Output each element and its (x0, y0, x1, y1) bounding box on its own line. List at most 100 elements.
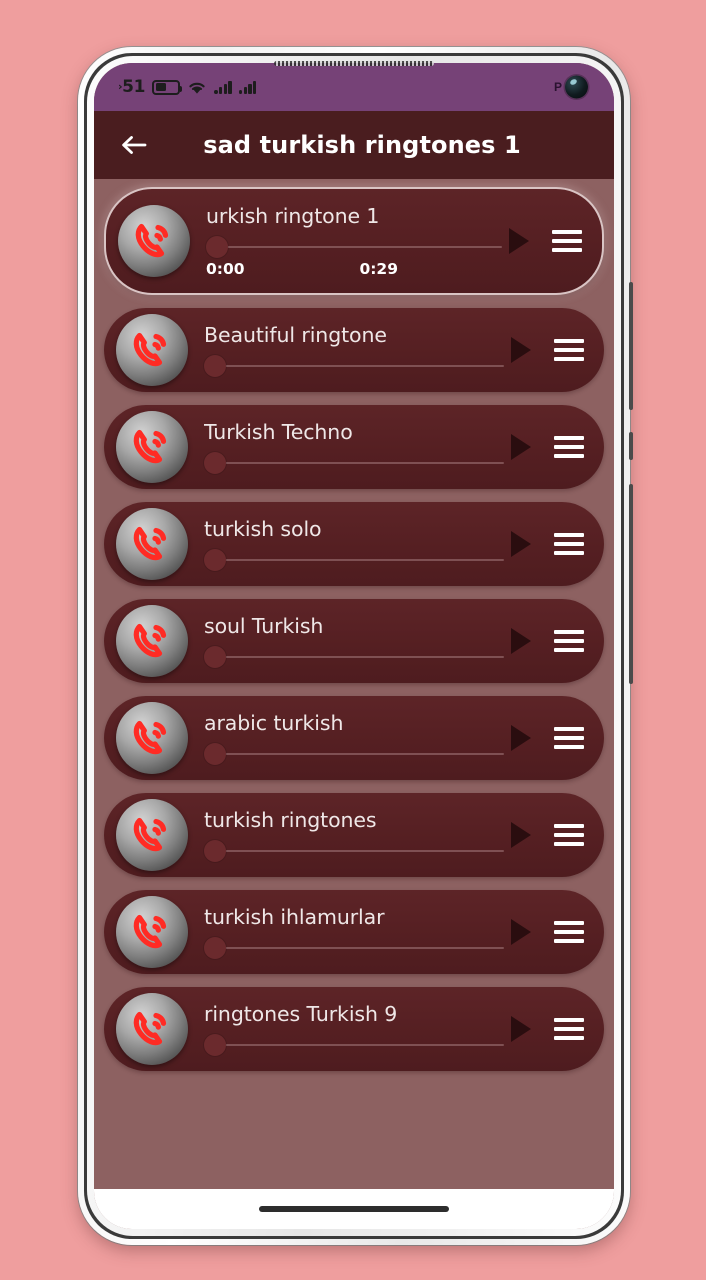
signal-bars-icon-2 (238, 80, 257, 94)
seekbar-thumb[interactable] (204, 646, 226, 668)
ringtone-seekbar[interactable] (204, 937, 508, 959)
seekbar-track (212, 246, 502, 248)
page-title: sad turkish ringtones 1 (203, 131, 521, 159)
gesture-home-handle[interactable] (259, 1206, 449, 1212)
status-bar: ›51 P (94, 63, 614, 111)
earpiece-speaker-grille (274, 61, 434, 66)
status-bar-camera-glyph: P (553, 80, 562, 94)
ringtone-card-actions (508, 529, 590, 559)
ringtone-phone-icon (116, 702, 188, 774)
ringtone-card-actions (508, 723, 590, 753)
hamburger-menu-icon[interactable] (554, 822, 584, 848)
ringtone-card[interactable]: urkish ringtone 1 0:00 0:29 (104, 187, 604, 295)
ringtone-card-actions (508, 820, 590, 850)
back-arrow-icon[interactable] (114, 125, 154, 165)
status-bar-time: ›51 (118, 77, 145, 97)
ringtone-list-scroll: urkish ringtone 1 0:00 0:29 Beautiful ring… (94, 187, 614, 1071)
play-icon[interactable] (508, 917, 534, 947)
hamburger-menu-icon[interactable] (554, 919, 584, 945)
play-icon[interactable] (508, 820, 534, 850)
ringtone-seekbar[interactable] (204, 840, 508, 862)
ringtone-title: Beautiful ringtone (204, 323, 387, 347)
ringtone-card[interactable]: arabic turkish (104, 696, 604, 780)
hamburger-menu-icon[interactable] (554, 628, 584, 654)
ringtone-phone-icon (116, 799, 188, 871)
hamburger-menu-icon[interactable] (554, 531, 584, 557)
ringtone-title: arabic turkish (204, 711, 344, 735)
battery-icon (152, 79, 182, 95)
ringtone-card-body: turkish ringtones (188, 808, 508, 862)
ringtone-seekbar[interactable] (206, 236, 506, 258)
seekbar-track (210, 753, 504, 755)
play-icon[interactable] (508, 1014, 534, 1044)
ringtone-seekbar[interactable] (204, 646, 508, 668)
seekbar-thumb[interactable] (204, 1034, 226, 1056)
ringtone-card-body: Beautiful ringtone (188, 323, 508, 377)
hamburger-menu-icon[interactable] (554, 1016, 584, 1042)
ringtone-seekbar[interactable] (204, 743, 508, 765)
signal-bars-icon-1 (214, 80, 232, 94)
total-time-label: 0:29 (359, 260, 398, 278)
hamburger-menu-icon[interactable] (554, 434, 584, 460)
ringtone-phone-icon (116, 896, 188, 968)
seekbar-track (210, 559, 504, 561)
ringtone-seekbar[interactable] (204, 452, 508, 474)
ringtone-card[interactable]: Turkish Techno (104, 405, 604, 489)
ringtone-list[interactable]: urkish ringtone 1 0:00 0:29 Beautiful ring… (94, 179, 614, 1189)
ringtone-card-body: arabic turkish (188, 711, 508, 765)
side-button-power[interactable] (629, 282, 633, 410)
hamburger-menu-icon[interactable] (554, 337, 584, 363)
ringtone-seekbar[interactable] (204, 1034, 508, 1056)
phone-screen: ›51 P sad turkish ringtones 1 urkish rin… (94, 63, 614, 1229)
ringtone-card[interactable]: turkish solo (104, 502, 604, 586)
system-navigation-bar (94, 1189, 614, 1229)
ringtone-card[interactable]: soul Turkish (104, 599, 604, 683)
status-bar-left-group: ›51 (118, 77, 257, 97)
ringtone-title: urkish ringtone 1 (206, 204, 380, 228)
ringtone-card[interactable]: ringtones Turkish 9 (104, 987, 604, 1071)
play-icon[interactable] (508, 626, 534, 656)
ringtone-title: turkish ringtones (204, 808, 377, 832)
play-icon[interactable] (508, 335, 534, 365)
seekbar-thumb[interactable] (204, 937, 226, 959)
ringtone-seekbar[interactable] (204, 549, 508, 571)
hamburger-menu-icon[interactable] (554, 725, 584, 751)
play-icon[interactable] (506, 226, 532, 256)
play-icon[interactable] (508, 723, 534, 753)
side-button-volume-down[interactable] (629, 484, 633, 684)
ringtone-phone-icon (116, 993, 188, 1065)
phone-device-frame: ›51 P sad turkish ringtones 1 urkish rin… (78, 47, 633, 1245)
seekbar-thumb[interactable] (204, 743, 226, 765)
ringtone-title: turkish ihlamurlar (204, 905, 385, 929)
ringtone-card-body: turkish solo (188, 517, 508, 571)
play-icon[interactable] (508, 529, 534, 559)
seekbar-thumb[interactable] (206, 236, 228, 258)
seekbar-thumb[interactable] (204, 549, 226, 571)
ringtone-title: ringtones Turkish 9 (204, 1002, 398, 1026)
seekbar-thumb[interactable] (204, 355, 226, 377)
seekbar-thumb[interactable] (204, 840, 226, 862)
ringtone-card-actions (506, 226, 588, 256)
ringtone-title: Turkish Techno (204, 420, 353, 444)
ringtone-card-actions (508, 335, 590, 365)
seekbar-thumb[interactable] (204, 452, 226, 474)
ringtone-card[interactable]: turkish ihlamurlar (104, 890, 604, 974)
ringtone-card-body: Turkish Techno (188, 420, 508, 474)
ringtone-card-actions (508, 917, 590, 947)
ringtone-card[interactable]: turkish ringtones (104, 793, 604, 877)
hamburger-menu-icon[interactable] (552, 228, 582, 254)
ringtone-phone-icon (116, 605, 188, 677)
current-time-label: 0:00 (206, 260, 245, 278)
play-icon[interactable] (508, 432, 534, 462)
seekbar-track (210, 1044, 504, 1046)
ringtone-phone-icon (116, 314, 188, 386)
ringtone-phone-icon (118, 205, 190, 277)
ringtone-seekbar[interactable] (204, 355, 508, 377)
side-button-volume-up[interactable] (629, 432, 633, 460)
ringtone-time-row: 0:00 0:29 (206, 260, 506, 278)
ringtone-card-body: urkish ringtone 1 0:00 0:29 (190, 204, 506, 278)
wifi-icon (187, 80, 207, 95)
front-camera-punch-hole (565, 75, 588, 99)
ringtone-card[interactable]: Beautiful ringtone (104, 308, 604, 392)
ringtone-card-actions (508, 432, 590, 462)
